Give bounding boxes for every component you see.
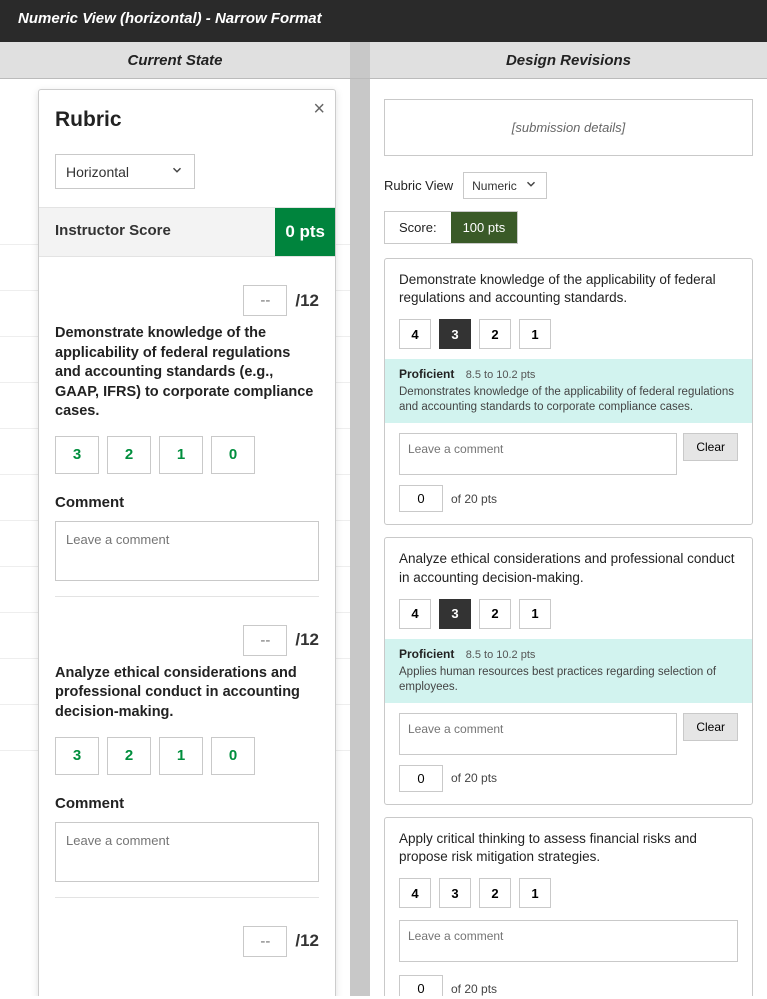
rubric-view-select-value: Numeric	[472, 179, 517, 193]
rating-button-3[interactable]: 3	[439, 599, 471, 629]
proficiency-label: Proficient	[399, 647, 454, 661]
instructor-score-value: 0 pts	[275, 208, 335, 256]
score-pill-label: Score:	[385, 212, 451, 243]
points-max-label: of 20 pts	[451, 492, 497, 506]
points-max-label: of 20 pts	[451, 982, 497, 996]
criterion-card-title: Apply critical thinking to assess financ…	[399, 830, 738, 866]
proficiency-panel: Proficient 8.5 to 10.2 pts Demonstrates …	[385, 359, 752, 423]
rating-button-1[interactable]: 1	[519, 319, 551, 349]
design-revisions-pane: [submission details] Rubric View Numeric…	[370, 79, 767, 996]
comment-textarea[interactable]	[55, 822, 319, 882]
rating-button-3[interactable]: 3	[55, 436, 99, 474]
proficiency-description: Applies human resources best practices r…	[399, 665, 738, 695]
rating-button-0[interactable]: 0	[211, 737, 255, 775]
column-divider	[350, 42, 370, 78]
rating-button-row: 3 2 1 0	[55, 436, 319, 474]
chevron-down-icon	[524, 177, 538, 194]
points-input[interactable]	[399, 975, 443, 996]
comment-textarea[interactable]	[399, 433, 677, 475]
rating-button-1[interactable]: 1	[519, 599, 551, 629]
rubric-panel: × Rubric Horizontal Instructor Score 0 p…	[38, 89, 336, 996]
criterion-score-input[interactable]	[243, 625, 287, 656]
criterion-description: Analyze ethical considerations and profe…	[55, 664, 319, 723]
layout-select[interactable]: Horizontal	[55, 154, 195, 189]
proficiency-description: Demonstrates knowledge of the applicabil…	[399, 385, 738, 415]
rubric-view-select[interactable]: Numeric	[463, 172, 547, 199]
layout-select-value: Horizontal	[66, 164, 129, 180]
chevron-down-icon	[170, 163, 184, 180]
rating-button-2[interactable]: 2	[479, 599, 511, 629]
criterion-score-input[interactable]	[243, 285, 287, 316]
criterion-score-max: /12	[295, 291, 319, 311]
topbar: Numeric View (horizontal) - Narrow Forma…	[0, 0, 767, 42]
rating-button-2[interactable]: 2	[107, 436, 151, 474]
rating-button-3[interactable]: 3	[439, 319, 471, 349]
clear-button[interactable]: Clear	[683, 433, 738, 461]
rating-button-3[interactable]: 3	[439, 878, 471, 908]
proficiency-panel: Proficient 8.5 to 10.2 pts Applies human…	[385, 639, 752, 703]
points-input[interactable]	[399, 765, 443, 792]
criterion-card-title: Demonstrate knowledge of the applicabili…	[399, 271, 738, 307]
criterion-block: /12	[55, 926, 319, 957]
rating-button-4[interactable]: 4	[399, 878, 431, 908]
rating-button-4[interactable]: 4	[399, 319, 431, 349]
comment-textarea[interactable]	[399, 920, 738, 962]
rating-button-row: 4 3 2 1	[399, 319, 738, 349]
criterion-block: /12 Analyze ethical considerations and p…	[55, 625, 319, 898]
criterion-card-title: Analyze ethical considerations and profe…	[399, 550, 738, 586]
rating-button-3[interactable]: 3	[55, 737, 99, 775]
criterion-block: /12 Demonstrate knowledge of the applica…	[55, 285, 319, 597]
tab-current-state: Current State	[0, 42, 350, 78]
criterion-card: Demonstrate knowledge of the applicabili…	[384, 258, 753, 525]
divider	[55, 897, 319, 898]
clear-button[interactable]: Clear	[683, 713, 738, 741]
rating-button-4[interactable]: 4	[399, 599, 431, 629]
points-max-label: of 20 pts	[451, 771, 497, 785]
column-divider	[350, 79, 370, 996]
rating-button-row: 4 3 2 1	[399, 599, 738, 629]
comment-textarea[interactable]	[55, 521, 319, 581]
criterion-score-input[interactable]	[243, 926, 287, 957]
rating-button-0[interactable]: 0	[211, 436, 255, 474]
rating-button-2[interactable]: 2	[479, 319, 511, 349]
score-pill-value: 100 pts	[451, 212, 518, 243]
points-input[interactable]	[399, 485, 443, 512]
score-pill: Score: 100 pts	[384, 211, 518, 244]
rating-button-1[interactable]: 1	[519, 878, 551, 908]
comment-heading: Comment	[55, 494, 319, 511]
proficiency-range: 8.5 to 10.2 pts	[466, 369, 536, 381]
rating-button-row: 3 2 1 0	[55, 737, 319, 775]
criterion-card: Apply critical thinking to assess financ…	[384, 817, 753, 996]
tab-header: Current State Design Revisions	[0, 42, 767, 79]
comment-textarea[interactable]	[399, 713, 677, 755]
rating-button-2[interactable]: 2	[479, 878, 511, 908]
rubric-view-label: Rubric View	[384, 178, 453, 193]
rating-button-row: 4 3 2 1	[399, 878, 738, 908]
close-icon[interactable]: ×	[313, 98, 325, 121]
rating-button-1[interactable]: 1	[159, 436, 203, 474]
rubric-view-row: Rubric View Numeric	[384, 172, 753, 199]
topbar-title: Numeric View (horizontal) - Narrow Forma…	[18, 10, 322, 27]
rating-button-1[interactable]: 1	[159, 737, 203, 775]
criterion-score-max: /12	[295, 931, 319, 951]
criterion-description: Demonstrate knowledge of the applicabili…	[55, 324, 319, 422]
rubric-title: Rubric	[55, 108, 319, 132]
current-state-pane: Impo rion ⇵ × Rubric Horizontal Instruct…	[0, 79, 350, 996]
divider	[55, 596, 319, 597]
criterion-card: Analyze ethical considerations and profe…	[384, 537, 753, 804]
instructor-score-bar: Instructor Score 0 pts	[39, 207, 335, 257]
submission-details-box: [submission details]	[384, 99, 753, 156]
rating-button-2[interactable]: 2	[107, 737, 151, 775]
criterion-score-max: /12	[295, 630, 319, 650]
tab-design-revisions: Design Revisions	[370, 42, 767, 78]
proficiency-label: Proficient	[399, 367, 454, 381]
proficiency-range: 8.5 to 10.2 pts	[466, 649, 536, 661]
comment-heading: Comment	[55, 795, 319, 812]
instructor-score-label: Instructor Score	[39, 208, 275, 256]
